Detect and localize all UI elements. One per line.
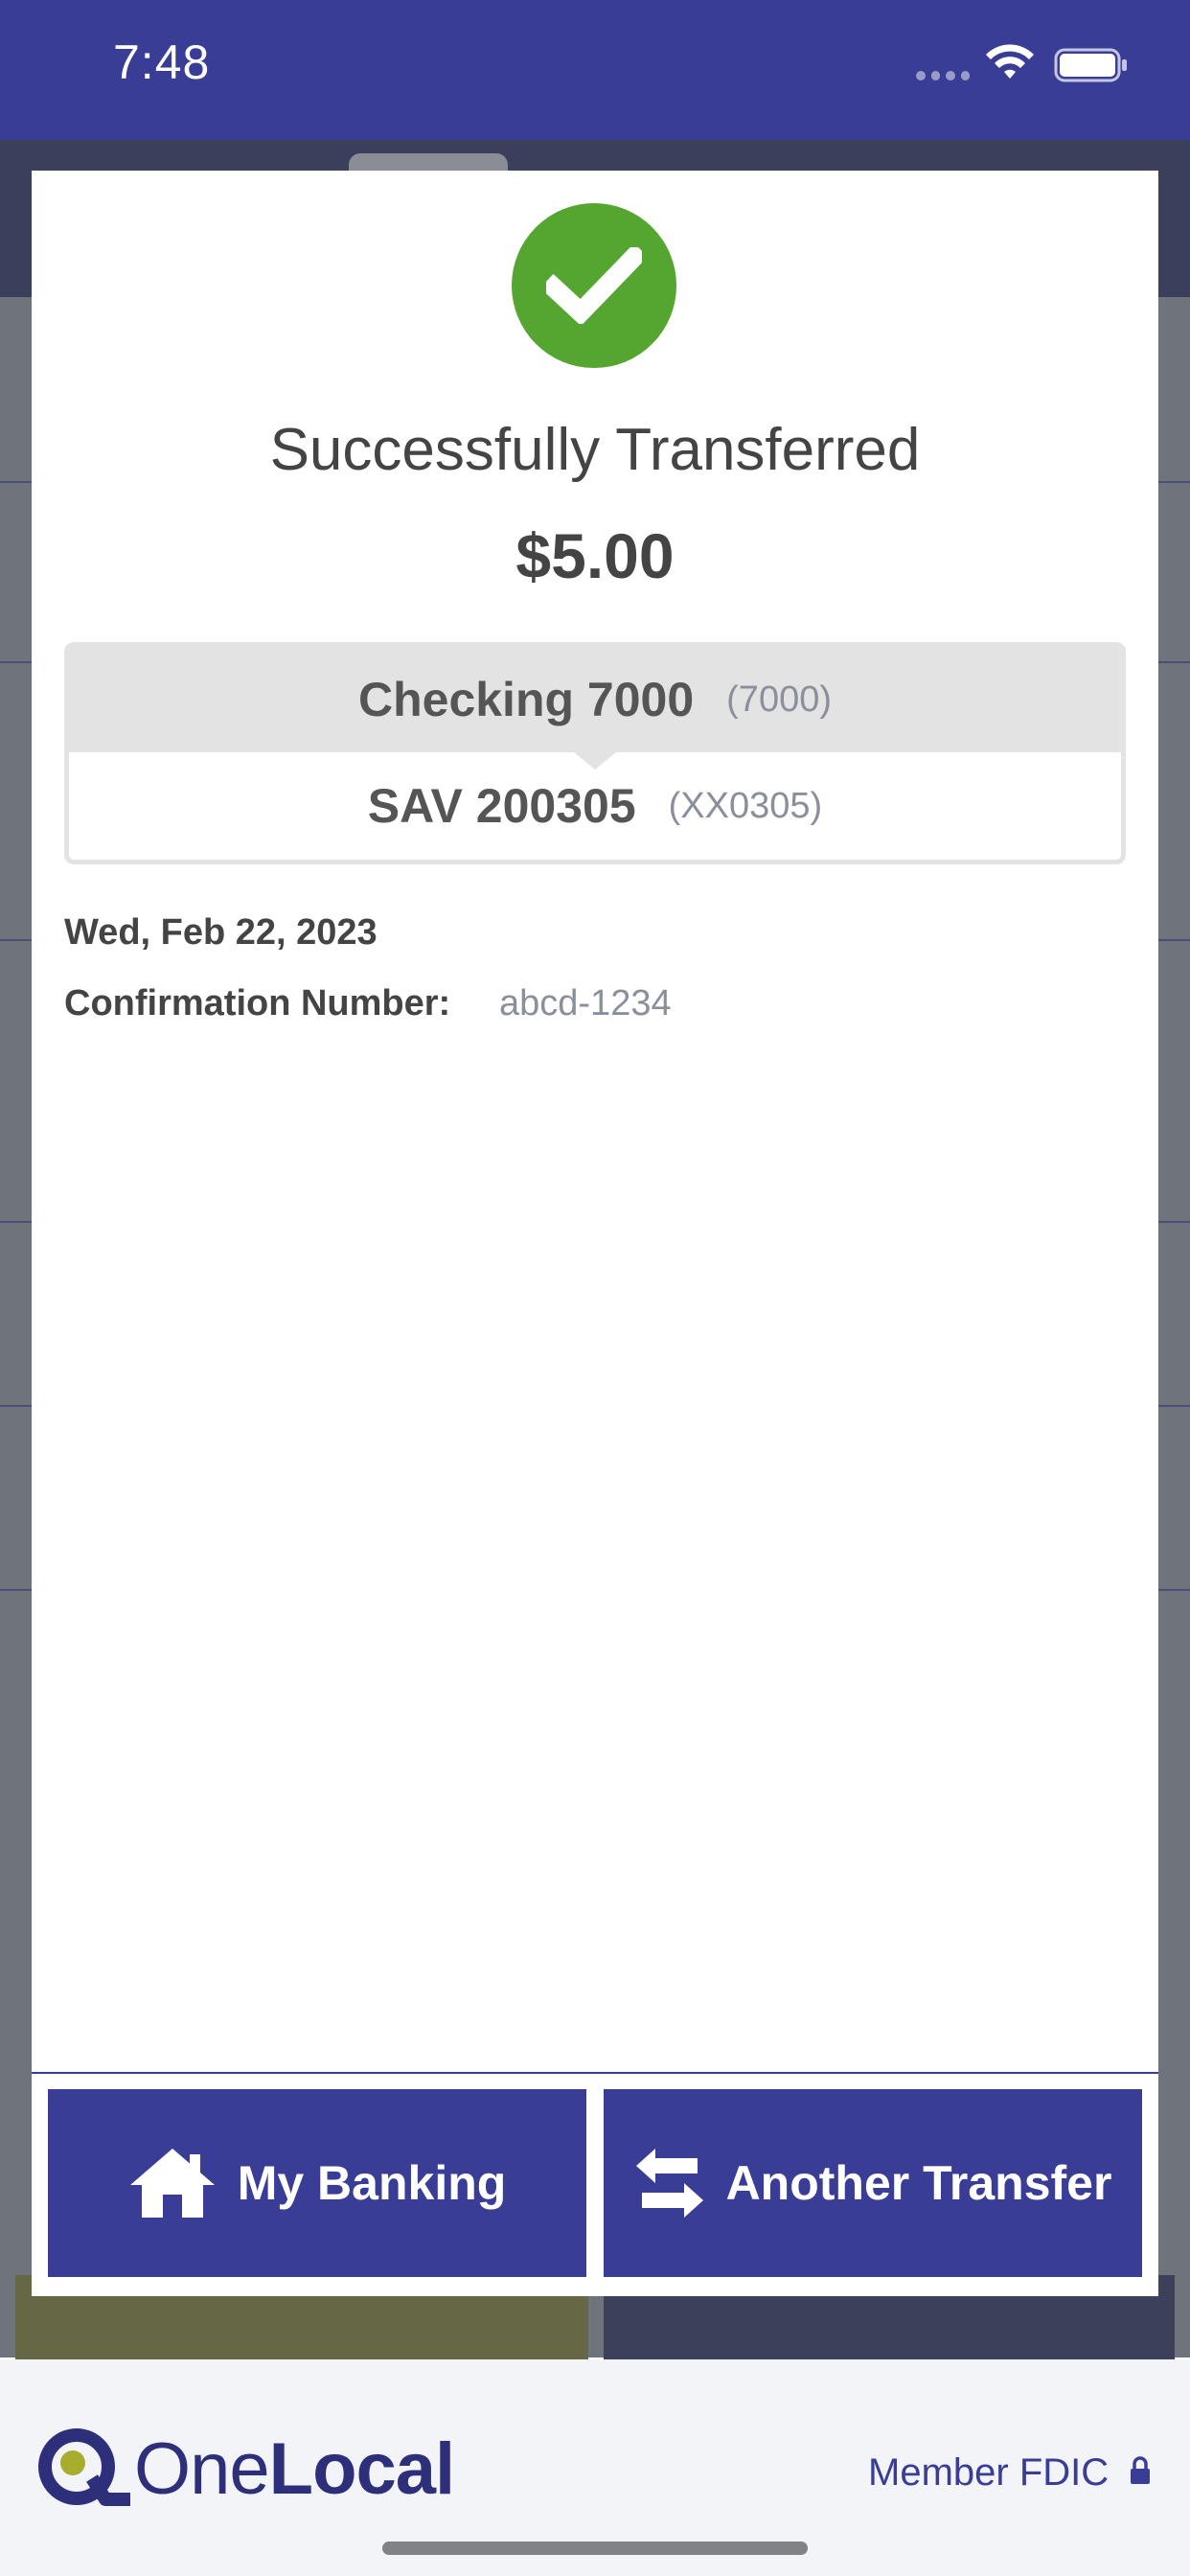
cellular-signal-icon [916, 71, 970, 80]
another-transfer-label: Another Transfer [725, 2156, 1112, 2210]
success-title: Successfully Transferred [269, 417, 921, 483]
footer: One Local Member FDIC [0, 2359, 1190, 2576]
logo-text-one: One [134, 2427, 270, 2510]
transfer-accounts-box: Checking 7000 (7000) SAV 200305 (XX0305) [64, 642, 1126, 864]
swap-arrows-icon [635, 2149, 703, 2218]
battery-icon [1054, 48, 1127, 82]
logo-text-local: Local [268, 2427, 455, 2510]
checkmark-icon [512, 203, 676, 368]
from-account-row: Checking 7000 (7000) [69, 647, 1121, 770]
wifi-icon [986, 44, 1034, 79]
from-account-name: Checking 7000 [357, 673, 695, 726]
onelocal-logo: One Local [34, 2423, 455, 2515]
lock-icon [1131, 2456, 1150, 2484]
transfer-amount: $5.00 [515, 520, 675, 591]
another-transfer-button[interactable]: Another Transfer [604, 2089, 1142, 2277]
confirmation-number: abcd-1234 [499, 983, 672, 1024]
transfer-date: Wed, Feb 22, 2023 [64, 912, 378, 953]
to-account-name: SAV 200305 [367, 779, 636, 833]
from-account-number: (7000) [726, 678, 832, 720]
home-icon [129, 2149, 215, 2218]
my-banking-button[interactable]: My Banking [48, 2089, 586, 2277]
transfer-confirmation-modal: Successfully Transferred $5.00 Checking … [32, 171, 1158, 2296]
logo-mark-icon [38, 2428, 130, 2506]
member-fdic-link[interactable]: Member FDIC [868, 2451, 1109, 2495]
status-time: 7:48 [113, 35, 211, 89]
to-account-row: SAV 200305 (XX0305) [69, 752, 1121, 860]
to-account-number: (XX0305) [668, 785, 823, 826]
confirmation-label: Confirmation Number: [64, 983, 451, 1024]
action-divider [32, 2072, 1158, 2074]
status-bar: 7:48 [0, 0, 1190, 140]
my-banking-label: My Banking [237, 2156, 507, 2210]
home-indicator[interactable] [382, 2542, 808, 2555]
